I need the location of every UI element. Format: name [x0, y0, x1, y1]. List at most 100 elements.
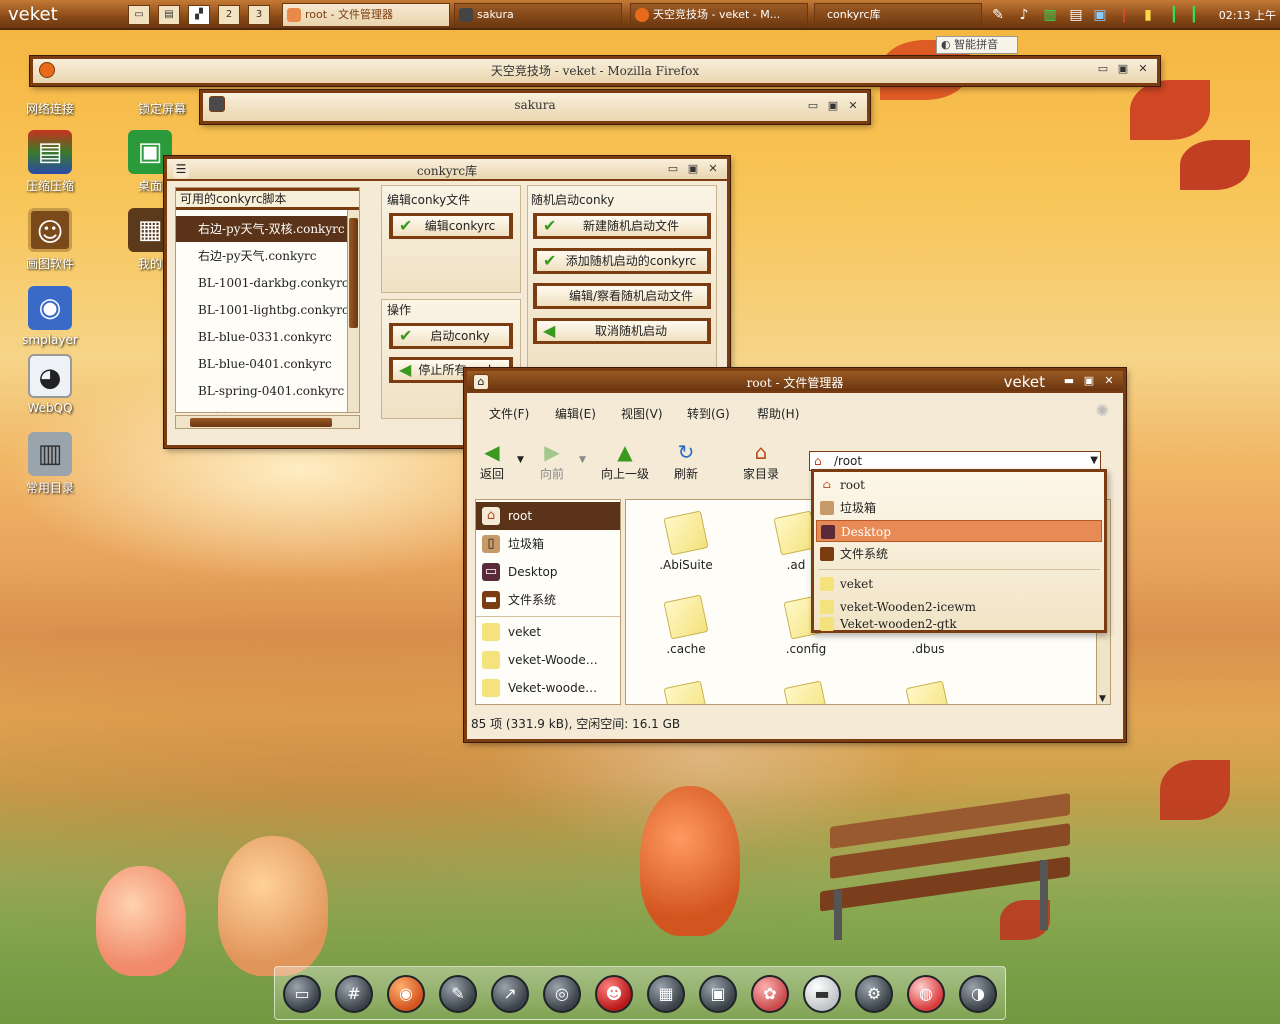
workspace-3-button[interactable]: 3	[248, 5, 270, 25]
dropdown-item-root[interactable]: ⌂ root	[816, 474, 1102, 496]
file-item[interactable]	[756, 680, 856, 704]
volume-icon[interactable]: ♪	[1014, 4, 1034, 26]
workspace-2-button[interactable]: 2	[218, 5, 240, 25]
network-icon[interactable]: ▣	[699, 975, 737, 1013]
close-button[interactable]: ✕	[1101, 374, 1117, 388]
maximize-button[interactable]: ▣	[1115, 62, 1131, 76]
add-random-conkyrc-button[interactable]: ✔ 添加随机启动的conkyrc	[533, 248, 711, 274]
battery-icon[interactable]: ▮	[1138, 4, 1158, 26]
file-item[interactable]: .cache	[636, 594, 736, 656]
dropdown-item-bookmark[interactable]: Veket-wooden2-gtk	[816, 615, 1102, 633]
menu-help[interactable]: 帮助(H)	[757, 405, 799, 422]
settings-icon[interactable]: ⚙	[855, 975, 893, 1013]
desktop-icon-common-dirs[interactable]: ▥ 常用目录	[10, 432, 90, 496]
desktop-icon-paint[interactable]: ☺ 画图软件	[10, 208, 90, 272]
firefox-icon[interactable]: ◉	[387, 975, 425, 1013]
file-item[interactable]	[878, 680, 978, 704]
calculator-icon[interactable]: ▦	[647, 975, 685, 1013]
help-icon[interactable]: ◍	[907, 975, 945, 1013]
sidebar-item-bookmark[interactable]: veket-Woode…	[476, 646, 620, 674]
back-dropdown-icon[interactable]: ▼	[517, 455, 524, 465]
dropdown-item-filesystem[interactable]: 文件系统	[816, 543, 1102, 565]
minimize-button[interactable]: ▭	[665, 162, 681, 176]
list-item[interactable]: BL-blue-0401.conkyrc	[176, 351, 347, 377]
task-file-manager[interactable]: root - 文件管理器	[282, 3, 450, 27]
list-item[interactable]: BL-spring-0401.conkyrc	[176, 378, 347, 404]
minimize-button[interactable]: ▬	[1061, 374, 1077, 388]
sidebar-item-desktop[interactable]: ▭ Desktop	[476, 558, 620, 586]
horizontal-scrollbar[interactable]	[175, 415, 360, 429]
cancel-random-button[interactable]: ◀ 取消随机启动	[533, 318, 711, 344]
close-button[interactable]: ✕	[1135, 62, 1151, 76]
desktop-icon-archive[interactable]: ▤ 压缩压缩	[10, 130, 90, 194]
file-manager-titlebar[interactable]: ⌂ root - 文件管理器 veket ▬ ▣ ✕	[467, 371, 1123, 393]
home-button[interactable]: ⌂ 家目录	[743, 441, 779, 482]
sidebar-item-bookmark[interactable]: Veket-woode…	[476, 674, 620, 702]
list-item[interactable]: 右边-py天气-双核.conkyrc	[176, 216, 347, 242]
list-item[interactable]: 风清扬.conkyrc	[176, 405, 347, 412]
menu-edit[interactable]: 编辑(E)	[555, 405, 596, 422]
dropdown-item-bookmark[interactable]: veket	[816, 573, 1102, 595]
up-button[interactable]: ▲ 向上一级	[601, 441, 649, 482]
minimize-button[interactable]: ▭	[805, 99, 821, 113]
qq-icon[interactable]: ☻	[595, 975, 633, 1013]
temperature-icon[interactable]: ❘	[1114, 4, 1134, 26]
sidebar-item-bookmark[interactable]: veket	[476, 618, 620, 646]
file-item[interactable]: .AbiSuite	[636, 510, 736, 572]
maximize-button[interactable]: ▣	[1081, 374, 1097, 388]
chart-icon[interactable]: ▥	[1040, 4, 1060, 26]
image-viewer-icon[interactable]: ✿	[751, 975, 789, 1013]
dropdown-item-trash[interactable]: 垃圾箱	[816, 497, 1102, 519]
list-item[interactable]: BL-1001-lightbg.conkyrc	[176, 297, 347, 323]
maximize-button[interactable]: ▣	[685, 162, 701, 176]
chevron-down-icon[interactable]: ▼	[1099, 694, 1106, 704]
scrollbar-thumb[interactable]	[349, 218, 358, 328]
desktop-icon-lockscreen[interactable]: 锁定屏幕	[122, 100, 202, 117]
drive-icon[interactable]: ▭	[283, 975, 321, 1013]
editor-icon[interactable]: ✎	[439, 975, 477, 1013]
show-desktop-icon[interactable]: ▭	[128, 5, 150, 25]
list-item[interactable]: 右边-py天气.conkyrc	[176, 243, 347, 269]
scrollbar-thumb[interactable]	[190, 418, 332, 427]
task-conkyrc[interactable]: conkyrc库	[814, 3, 982, 27]
refresh-button[interactable]: ↻ 刷新	[673, 441, 699, 482]
network-icon[interactable]: ▣	[1090, 4, 1110, 26]
clipboard-icon[interactable]: ▤	[1066, 4, 1086, 26]
cpu-graph2-icon[interactable]: ┃	[1184, 4, 1204, 26]
menu-file[interactable]: 文件(F)	[489, 405, 529, 422]
desktop-icon-webqq[interactable]: ◕ WebQQ	[10, 354, 90, 415]
menu-go[interactable]: 转到(G)	[687, 405, 730, 422]
package-icon[interactable]: ▬	[803, 975, 841, 1013]
folder-icon[interactable]: ▤	[158, 5, 180, 25]
back-button[interactable]: ◀ 返回	[479, 441, 505, 482]
veket-logo[interactable]: veket	[8, 4, 58, 25]
conkyrc-titlebar[interactable]: ☰ conkyrc库 ▭ ▣ ✕	[167, 159, 727, 181]
task-sakura[interactable]: sakura	[454, 3, 622, 27]
vertical-scrollbar[interactable]	[347, 210, 359, 412]
cpu-graph-icon[interactable]: ┃	[1164, 4, 1184, 26]
dropdown-item-desktop[interactable]: Desktop	[816, 520, 1102, 542]
terminal-icon[interactable]: #	[335, 975, 373, 1013]
sidebar-item-root[interactable]: ⌂ root	[476, 502, 620, 530]
graphics-icon[interactable]: ↗	[491, 975, 529, 1013]
list-item[interactable]: BL-blue-0331.conkyrc	[176, 324, 347, 350]
maximize-button[interactable]: ▣	[825, 99, 841, 113]
input-method-indicator[interactable]: ◐ 智能拼音	[936, 36, 1018, 54]
pen-icon[interactable]: ✎	[988, 4, 1008, 26]
view-random-file-button[interactable]: 编辑/察看随机启动文件	[533, 283, 711, 309]
conkyrc-script-list[interactable]: 可用的conkyrc脚本 右边-py天气-双核.conkyrc 右边-py天气.…	[175, 187, 360, 413]
sidebar-item-trash[interactable]: ▯ 垃圾箱	[476, 530, 620, 558]
close-button[interactable]: ✕	[705, 162, 721, 176]
desktop-icon-smplayer[interactable]: ◉ smplayer	[10, 286, 90, 347]
file-item[interactable]	[636, 680, 736, 704]
forward-dropdown-icon[interactable]: ▼	[579, 455, 586, 465]
location-combo[interactable]: ⌂ /root ▼	[809, 451, 1101, 471]
clock[interactable]: 02:13 上午	[1219, 7, 1276, 23]
list-item[interactable]: BL-1001-darkbg.conkyrc	[176, 270, 347, 296]
places-sidebar[interactable]: ⌂ root ▯ 垃圾箱 ▭ Desktop ▬ 文件系统 veket veke…	[475, 499, 621, 705]
task-firefox[interactable]: 天空竞技场 - veket - M...	[630, 3, 808, 27]
workspace-1-icon[interactable]: ▞	[188, 5, 210, 25]
sidebar-item-filesystem[interactable]: ▬ 文件系统	[476, 586, 620, 614]
sakura-titlebar[interactable]: sakura ▭ ▣ ✕	[203, 93, 867, 121]
edit-conkyrc-button[interactable]: ✔ 编辑conkyrc	[389, 213, 513, 239]
